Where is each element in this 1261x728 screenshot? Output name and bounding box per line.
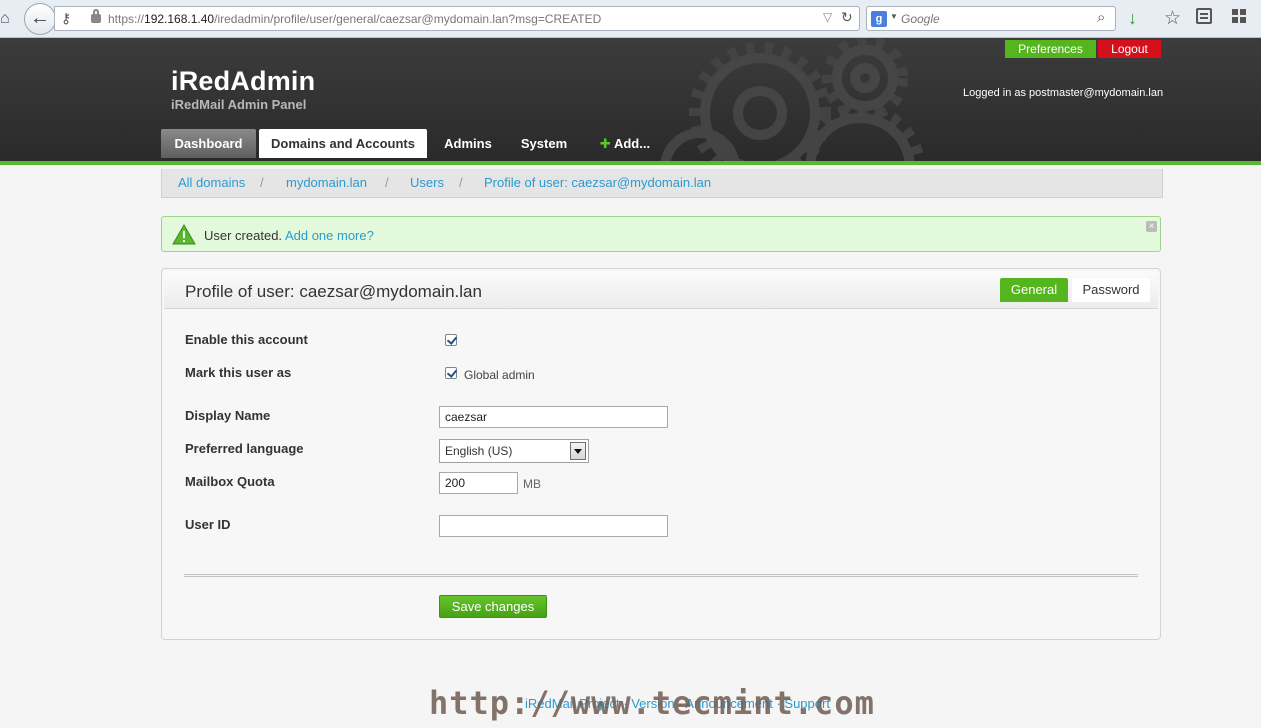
search-engine-caret-icon[interactable]: ▼ <box>890 12 898 21</box>
home-icon[interactable]: ⌂ <box>0 10 14 28</box>
language-select[interactable]: English (US) <box>439 439 589 463</box>
download-icon[interactable]: ↓ <box>1128 8 1137 29</box>
user-id-label: User ID <box>185 517 231 532</box>
nav-admins[interactable]: Admins <box>437 129 499 158</box>
search-icon[interactable]: ⌕ <box>1097 9 1105 26</box>
lock-icon <box>91 9 101 23</box>
breadcrumb-users[interactable]: Users <box>410 169 444 197</box>
language-value: English (US) <box>445 444 513 458</box>
display-name-field[interactable]: caezsar <box>439 406 668 428</box>
breadcrumb-separator: / <box>260 175 264 190</box>
search-input[interactable]: Google <box>901 12 940 26</box>
flash-message: User created. <box>204 228 283 243</box>
address-bar[interactable]: ⚷ https://192.168.1.40/iredadmin/profile… <box>54 6 860 31</box>
app-header: iRedAdmin iRedMail Admin Panel Preferenc… <box>0 38 1261 165</box>
panel-header: Profile of user: caezsar@mydomain.lan Ge… <box>164 271 1158 309</box>
enable-account-checkbox[interactable] <box>445 334 457 346</box>
nav-domains-and-accounts[interactable]: Domains and Accounts <box>259 129 427 158</box>
logged-in-text: Logged in as postmaster@mydomain.lan <box>963 87 1164 99</box>
tab-general[interactable]: General <box>1000 278 1068 302</box>
grid-icon[interactable] <box>1232 9 1246 23</box>
global-admin-checkbox[interactable] <box>445 367 457 379</box>
back-button[interactable]: ← <box>24 3 56 35</box>
gears-decoration <box>660 38 925 161</box>
nav-system[interactable]: System <box>515 129 573 158</box>
mailbox-quota-label: Mailbox Quota <box>185 474 275 489</box>
clipboard-icon[interactable] <box>1196 8 1212 24</box>
nav-dashboard[interactable]: Dashboard <box>161 129 256 158</box>
chevron-down-icon[interactable] <box>570 442 586 460</box>
divider <box>184 574 1138 577</box>
history-dropdown-icon[interactable]: ▽ <box>823 10 832 24</box>
google-icon[interactable]: g <box>871 11 887 27</box>
logout-button[interactable]: Logout <box>1098 40 1161 58</box>
breadcrumb-all-domains[interactable]: All domains <box>178 169 245 197</box>
quota-unit: MB <box>523 477 541 491</box>
tab-password[interactable]: Password <box>1072 278 1150 302</box>
save-changes-button[interactable]: Save changes <box>439 595 547 618</box>
breadcrumb-separator: / <box>385 175 389 190</box>
success-text: User created. Add one more? <box>204 228 374 243</box>
display-name-label: Display Name <box>185 408 271 423</box>
breadcrumb-separator: / <box>459 175 463 190</box>
preferences-button[interactable]: Preferences <box>1005 40 1096 58</box>
page-title: Profile of user: caezsar@mydomain.lan <box>185 282 482 301</box>
success-message: User created. Add one more? × <box>161 216 1161 252</box>
key-icon[interactable]: ⚷ <box>61 10 71 27</box>
breadcrumb-profile[interactable]: Profile of user: caezsar@mydomain.lan <box>484 169 711 197</box>
warning-triangle-icon <box>172 224 196 245</box>
mailbox-quota-field[interactable]: 200 <box>439 472 518 494</box>
mark-user-label: Mark this user as <box>185 365 292 380</box>
preferred-language-label: Preferred language <box>185 441 304 456</box>
watermark: http://www.tecmint.com <box>429 684 875 722</box>
nav-add-label: Add... <box>613 136 651 151</box>
arrow-left-icon: ← <box>30 7 50 29</box>
browser-toolbar: ⌂ ← ⚷ https://192.168.1.40/iredadmin/pro… <box>0 0 1261 38</box>
app-title[interactable]: iRedAdmin <box>171 66 315 97</box>
app-subtitle: iRedMail Admin Panel <box>171 97 307 112</box>
search-box[interactable]: g ▼ Google ⌕ <box>866 6 1116 31</box>
global-admin-label[interactable]: Global admin <box>464 368 535 382</box>
plus-icon: ✚ <box>599 136 611 151</box>
breadcrumb: All domains / mydomain.lan / Users / Pro… <box>161 169 1163 198</box>
breadcrumb-domain[interactable]: mydomain.lan <box>286 169 367 197</box>
user-id-field[interactable] <box>439 515 668 537</box>
add-one-more-link[interactable]: Add one more? <box>285 228 374 243</box>
enable-account-label: Enable this account <box>185 332 308 347</box>
star-icon[interactable]: ☆ <box>1164 7 1181 30</box>
nav-add[interactable]: ✚ Add... <box>590 129 660 158</box>
reload-icon[interactable]: ↻ <box>841 9 853 26</box>
url-text[interactable]: https://192.168.1.40/iredadmin/profile/u… <box>108 12 601 26</box>
profile-panel: Profile of user: caezsar@mydomain.lan Ge… <box>161 268 1161 640</box>
close-icon[interactable]: × <box>1146 221 1157 232</box>
